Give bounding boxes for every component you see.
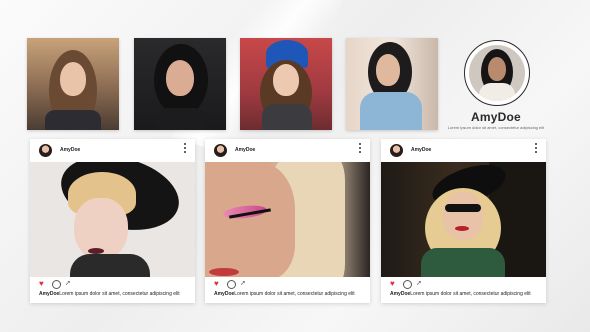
post-avatar[interactable] xyxy=(390,144,403,157)
post-image[interactable] xyxy=(30,162,195,277)
heart-icon[interactable]: ♥ xyxy=(39,280,47,288)
comment-icon[interactable] xyxy=(52,280,61,289)
caption-text: Lorem ipsum dolor sit amet, consectetur … xyxy=(410,291,531,297)
caption-username[interactable]: AmyDoe xyxy=(214,291,234,297)
post-caption: AmyDoeLorem ipsum dolor sit amet, consec… xyxy=(390,291,531,297)
thumbnail-3[interactable] xyxy=(240,38,332,130)
share-icon[interactable]: ➚ xyxy=(65,280,71,288)
post-avatar[interactable] xyxy=(39,144,52,157)
profile-subtitle: Lorem ipsum dolor sit amet, consectetur … xyxy=(447,125,545,130)
more-vertical-icon[interactable] xyxy=(184,143,187,155)
post-caption: AmyDoeLorem ipsum dolor sit amet, consec… xyxy=(39,291,180,297)
profile-name: AmyDoe xyxy=(471,110,521,124)
post-card: AmyDoe ♥ ➚ AmyDoeLorem ipsum dolor sit a… xyxy=(30,139,195,303)
comment-icon[interactable] xyxy=(227,280,236,289)
post-card: AmyDoe ♥ ➚ AmyDoeLorem ipsum dolor sit a… xyxy=(205,139,370,303)
post-header: AmyDoe xyxy=(30,139,195,162)
caption-username[interactable]: AmyDoe xyxy=(390,291,410,297)
post-username[interactable]: AmyDoe xyxy=(411,147,431,153)
share-icon[interactable]: ➚ xyxy=(416,280,422,288)
post-username[interactable]: AmyDoe xyxy=(60,147,80,153)
thumbnail-1[interactable] xyxy=(27,38,119,130)
profile-avatar[interactable] xyxy=(464,40,530,106)
heart-icon[interactable]: ♥ xyxy=(390,280,398,288)
caption-text: Lorem ipsum dolor sit amet, consectetur … xyxy=(234,291,355,297)
post-image[interactable] xyxy=(205,162,370,277)
more-vertical-icon[interactable] xyxy=(535,143,538,155)
share-icon[interactable]: ➚ xyxy=(240,280,246,288)
thumbnail-2[interactable] xyxy=(134,38,226,130)
post-username[interactable]: AmyDoe xyxy=(235,147,255,153)
profile-photo xyxy=(469,45,525,101)
post-header: AmyDoe xyxy=(381,139,546,162)
post-avatar[interactable] xyxy=(214,144,227,157)
heart-icon[interactable]: ♥ xyxy=(214,280,222,288)
post-caption: AmyDoeLorem ipsum dolor sit amet, consec… xyxy=(214,291,355,297)
thumbnail-4[interactable] xyxy=(346,38,438,130)
post-card: AmyDoe ♥ ➚ AmyDoeLorem ipsum dolor sit a… xyxy=(381,139,546,303)
post-image[interactable] xyxy=(381,162,546,277)
more-vertical-icon[interactable] xyxy=(359,143,362,155)
post-header: AmyDoe xyxy=(205,139,370,162)
caption-username[interactable]: AmyDoe xyxy=(39,291,59,297)
comment-icon[interactable] xyxy=(403,280,412,289)
caption-text: Lorem ipsum dolor sit amet, consectetur … xyxy=(59,291,180,297)
